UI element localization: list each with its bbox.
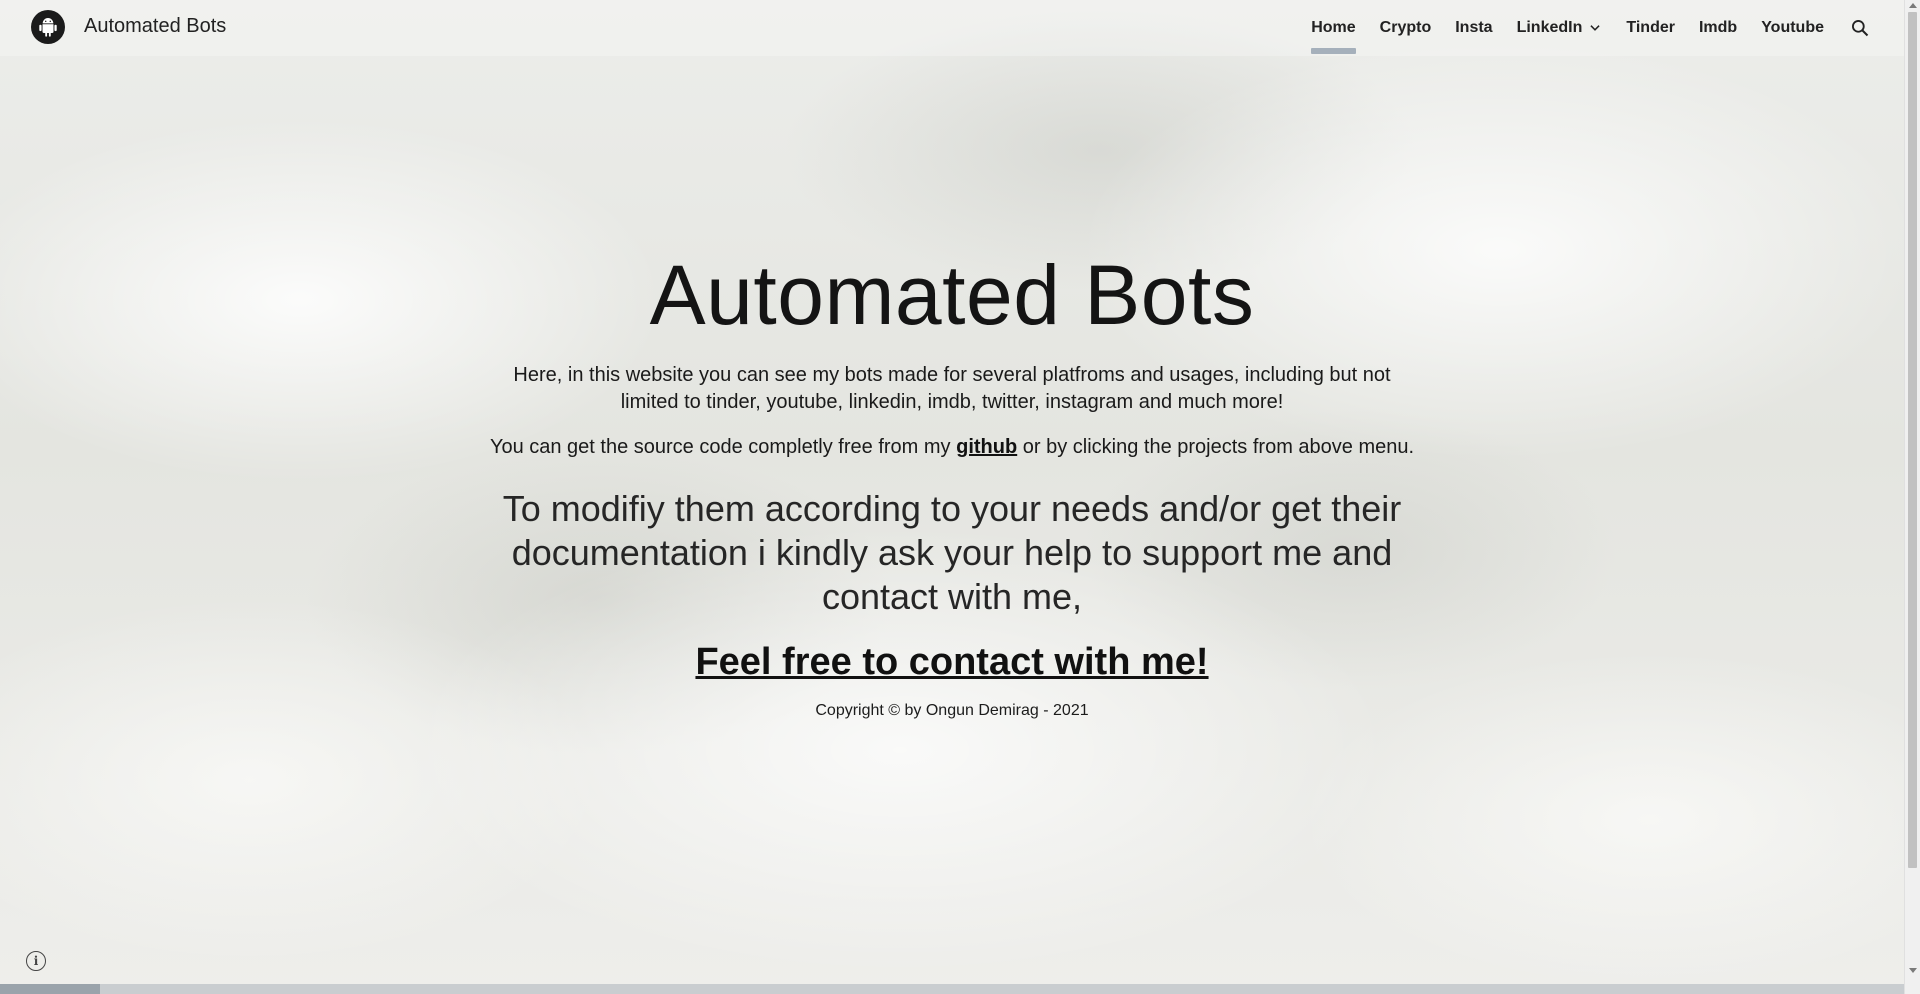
nav-item-home[interactable]: Home xyxy=(1299,0,1367,56)
scrollbar[interactable] xyxy=(1904,0,1920,994)
bottom-bar xyxy=(0,984,1904,994)
source-text: You can get the source code completly fr… xyxy=(482,434,1422,461)
info-icon[interactable]: i xyxy=(26,951,46,971)
bottom-bar-segment xyxy=(0,984,100,994)
nav-item-crypto[interactable]: Crypto xyxy=(1368,0,1444,56)
main-nav: Home Crypto Insta LinkedIn Tinder Imdb Y… xyxy=(1299,0,1880,56)
scroll-thumb[interactable] xyxy=(1908,12,1917,868)
nav-item-imdb[interactable]: Imdb xyxy=(1687,0,1749,56)
nav-item-label: Insta xyxy=(1455,19,1493,36)
nav-item-tinder[interactable]: Tinder xyxy=(1614,0,1687,56)
github-link[interactable]: github xyxy=(956,436,1017,458)
nav-item-label: Crypto xyxy=(1379,19,1432,36)
support-text: To modifiy them according to your needs … xyxy=(502,488,1402,617)
chevron-down-icon[interactable] xyxy=(1588,21,1602,35)
nav-item-linkedin[interactable]: LinkedIn xyxy=(1505,0,1615,56)
main-content: Automated Bots Here, in this website you… xyxy=(0,240,1904,720)
scroll-down-icon[interactable] xyxy=(1909,968,1917,973)
source-suffix: or by clicking the projects from above m… xyxy=(1017,436,1415,458)
nav-item-label: Home xyxy=(1311,19,1356,36)
site-header: Automated Bots Home Crypto Insta LinkedI… xyxy=(0,0,1904,56)
contact-link[interactable]: Feel free to contact with me! xyxy=(695,641,1208,684)
site-title[interactable]: Automated Bots xyxy=(84,15,226,38)
nav-item-youtube[interactable]: Youtube xyxy=(1749,0,1836,56)
scroll-up-icon[interactable] xyxy=(1909,3,1917,8)
android-icon[interactable] xyxy=(31,10,65,44)
nav-item-label: LinkedIn xyxy=(1516,19,1583,36)
search-button[interactable] xyxy=(1840,0,1880,56)
search-icon xyxy=(1852,20,1869,37)
nav-item-label: Tinder xyxy=(1626,19,1675,36)
nav-item-label: Imdb xyxy=(1698,19,1738,36)
intro-text: Here, in this website you can see my bot… xyxy=(513,364,1391,413)
page-title: Automated Bots xyxy=(649,248,1255,342)
nav-item-insta[interactable]: Insta xyxy=(1443,0,1504,56)
nav-item-label: Youtube xyxy=(1761,19,1824,36)
source-prefix: You can get the source code completly fr… xyxy=(489,436,957,458)
copyright-text: Copyright © by Ongun Demirag - 2021 xyxy=(815,702,1089,719)
